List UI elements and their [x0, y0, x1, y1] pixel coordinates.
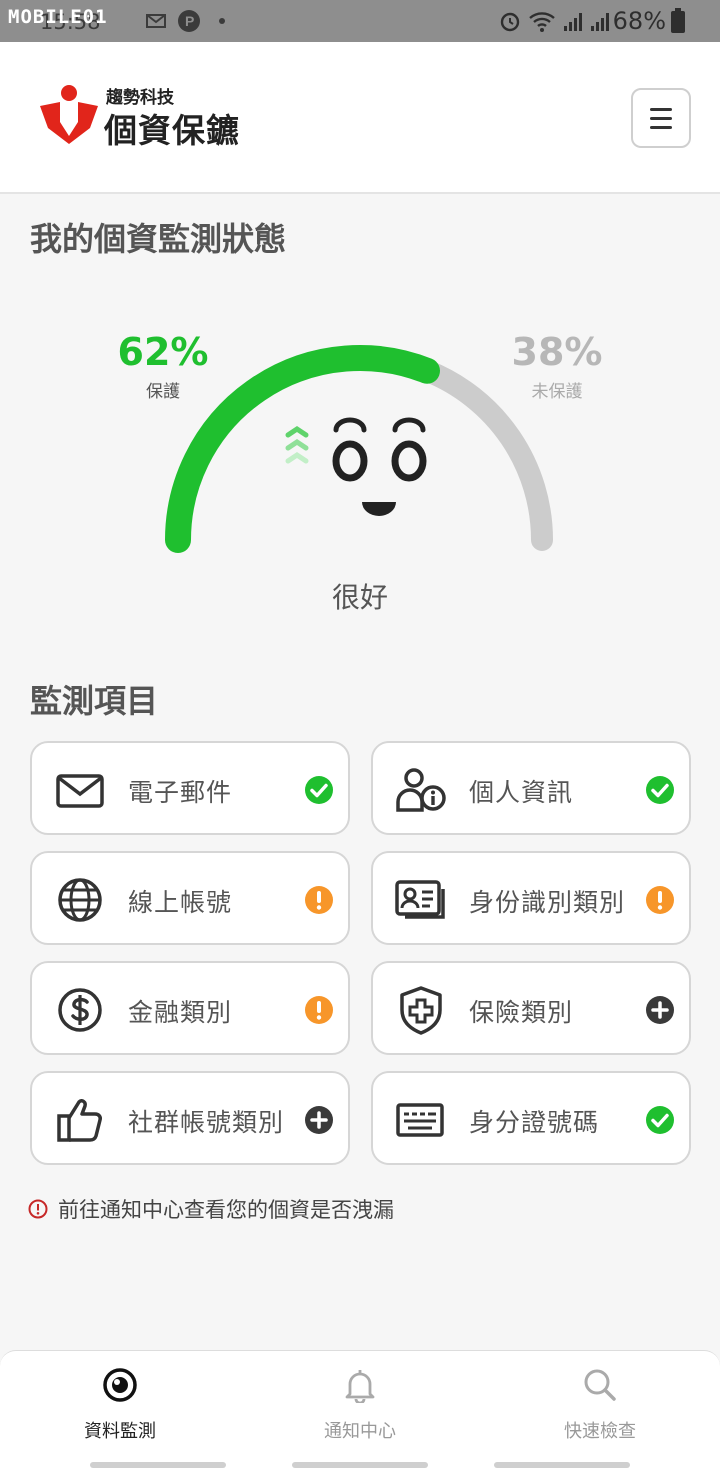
- alarm-icon: [500, 12, 520, 32]
- add-circle-icon[interactable]: [304, 1105, 334, 1135]
- item-card-online-accounts[interactable]: 線上帳號: [30, 851, 350, 945]
- item-label: 個人資訊: [469, 778, 574, 807]
- item-label: 線上帳號: [128, 888, 233, 917]
- shield-plus-icon: [400, 986, 442, 1035]
- nav-tab-data-monitor[interactable]: 資料監測: [0, 1351, 240, 1455]
- check-circle-icon: [305, 776, 333, 804]
- parking-icon: P: [178, 10, 200, 32]
- search-icon: [584, 1369, 616, 1401]
- person-info-icon: [396, 768, 446, 812]
- warning-circle-icon: [305, 886, 333, 914]
- monitor-status-title: 我的個資監測狀態: [30, 220, 287, 258]
- dot-icon: [219, 18, 225, 24]
- dollar-icon: [58, 988, 102, 1032]
- brand-title: 個資保鑣: [104, 111, 240, 150]
- item-label: 身份識別類別: [469, 888, 626, 917]
- battery-icon: [671, 8, 685, 33]
- item-card-identity[interactable]: 身份識別類別: [371, 851, 691, 945]
- warning-circle-icon: [305, 996, 333, 1024]
- nav-label: 快速檢查: [564, 1421, 636, 1442]
- nav-tab-notifications[interactable]: 通知中心: [240, 1351, 480, 1455]
- item-label: 金融類別: [128, 998, 233, 1027]
- item-card-id-number[interactable]: 身分證號碼: [371, 1071, 691, 1165]
- gesture-bar: [494, 1462, 630, 1468]
- bottom-navigation: 資料監測 通知中心 快速檢查: [0, 1350, 720, 1480]
- item-card-social-accounts[interactable]: 社群帳號類別: [30, 1071, 350, 1165]
- signal-icon-1: [564, 13, 582, 31]
- menu-line: [650, 116, 672, 120]
- protection-gauge: [165, 345, 553, 553]
- item-card-personal-info[interactable]: 個人資訊: [371, 741, 691, 835]
- id-card-icon: [395, 880, 445, 919]
- watermark-logo: MOBILE01: [8, 6, 108, 28]
- gesture-bar: [292, 1462, 428, 1468]
- item-card-email[interactable]: 電子郵件: [30, 741, 350, 835]
- gesture-bar: [90, 1462, 226, 1468]
- battery-level: 68%: [612, 7, 666, 35]
- wifi-icon: [529, 12, 555, 32]
- svg-text:P: P: [185, 13, 194, 29]
- status-bar: 15:58 MOBILE01 P 68%: [0, 0, 720, 42]
- notification-hint-text: 前往通知中心查看您的個資是否洩漏: [58, 1198, 394, 1222]
- gauge-unprotected-arc: [415, 359, 553, 551]
- status-text: 很好: [331, 581, 388, 614]
- signal-icon-2: [591, 13, 609, 31]
- nav-tab-quick-check[interactable]: 快速檢查: [480, 1351, 720, 1455]
- app-header: 趨勢科技 個資保鑣: [0, 42, 720, 194]
- bell-icon: [345, 1370, 375, 1403]
- envelope-icon: [56, 774, 104, 808]
- eye-icon: [103, 1368, 137, 1402]
- add-circle-icon[interactable]: [645, 995, 675, 1025]
- nav-label: 資料監測: [84, 1421, 156, 1442]
- check-circle-icon: [646, 776, 674, 804]
- globe-icon: [58, 878, 102, 922]
- item-card-insurance[interactable]: 保險類別: [371, 961, 691, 1055]
- item-label: 保險類別: [469, 998, 574, 1027]
- alert-circle-icon: [28, 1199, 48, 1219]
- check-circle-icon: [646, 1106, 674, 1134]
- gmail-icon: [146, 14, 166, 28]
- item-label: 身分證號碼: [469, 1108, 600, 1137]
- nav-label: 通知中心: [324, 1421, 396, 1442]
- menu-line: [650, 107, 672, 111]
- menu-line: [650, 125, 672, 129]
- monitor-items-title: 監測項目: [30, 682, 159, 720]
- item-label: 社群帳號類別: [128, 1108, 285, 1137]
- mascot-face-icon: [285, 417, 427, 516]
- thumbs-up-icon: [57, 1099, 102, 1142]
- hamburger-menu-button[interactable]: [631, 88, 691, 148]
- trend-micro-logo-icon: [40, 85, 98, 144]
- item-card-finance[interactable]: 金融類別: [30, 961, 350, 1055]
- warning-circle-icon: [646, 886, 674, 914]
- keyboard-icon: [396, 1103, 444, 1137]
- item-label: 電子郵件: [128, 778, 233, 807]
- notification-hint[interactable]: 前往通知中心查看您的個資是否洩漏: [28, 1194, 394, 1224]
